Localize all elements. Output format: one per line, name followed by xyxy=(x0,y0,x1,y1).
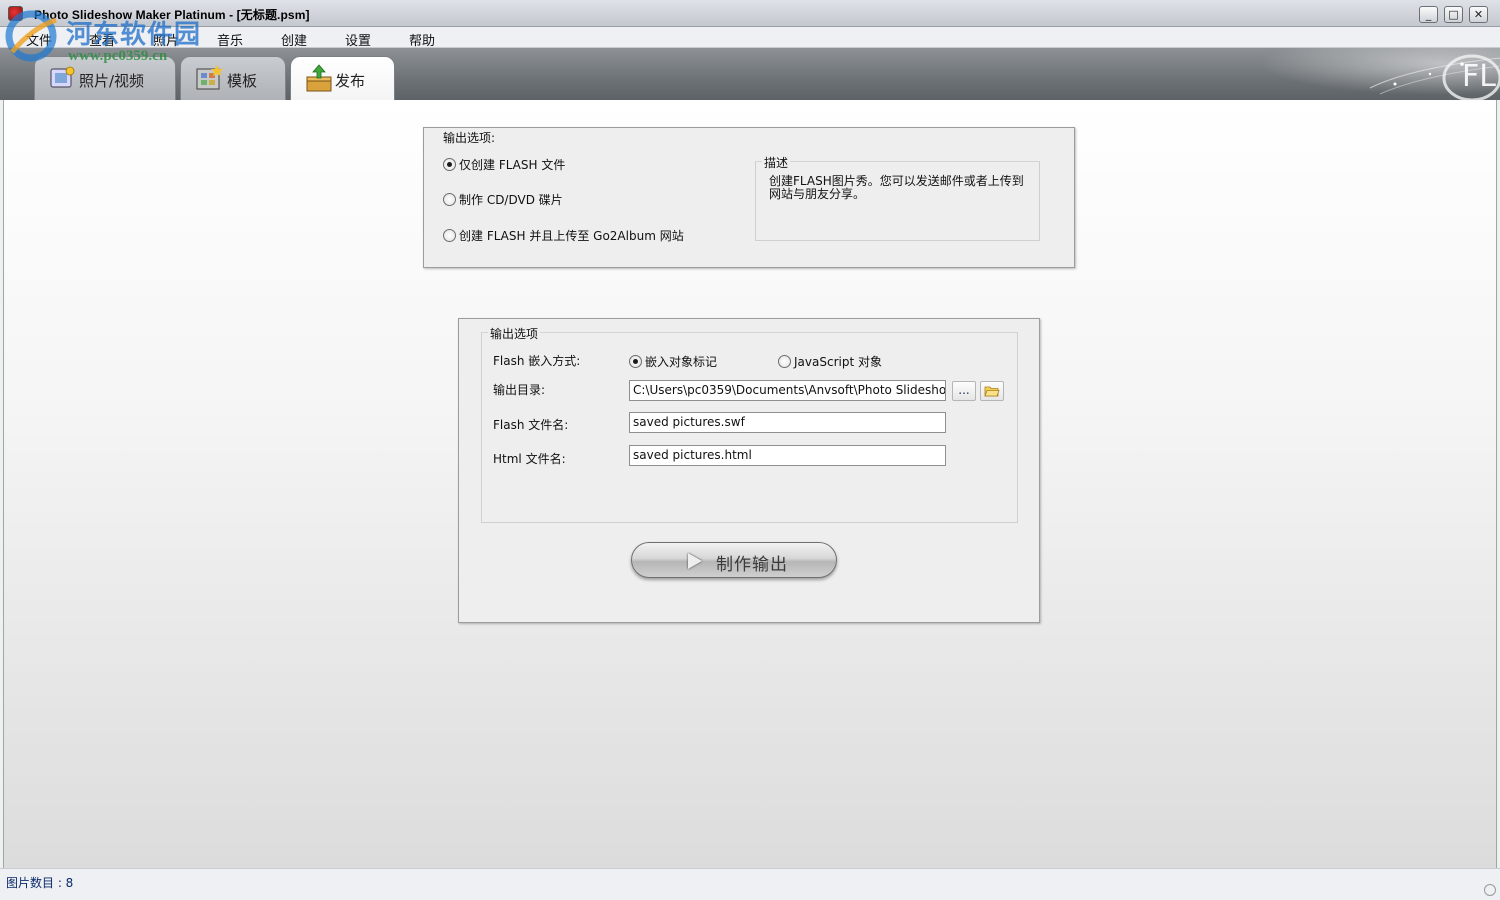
tab-publish[interactable]: 发布 xyxy=(290,56,395,100)
make-output-label: 制作输出 xyxy=(716,555,788,575)
option-label: 创建 FLASH 并且上传至 Go2Album 网站 xyxy=(459,229,684,243)
radio-cd-dvd[interactable] xyxy=(443,193,456,206)
output-dir-field[interactable]: C:\Users\pc0359\Documents\Anvsoft\Photo … xyxy=(629,380,946,401)
folder-icon xyxy=(984,386,1000,397)
tab-strip: FL 照片/视频 模板 发布 xyxy=(0,48,1500,100)
option-label: 嵌入对象标记 xyxy=(645,355,718,369)
option-label: 制作 CD/DVD 碟片 xyxy=(459,193,563,207)
publish-icon xyxy=(306,64,332,92)
watermark-logo-icon xyxy=(5,10,57,62)
status-bar: 图片数目 : 8 xyxy=(0,868,1500,900)
title-bar: Photo Slideshow Maker Platinum - [无标题.ps… xyxy=(0,0,1500,27)
menu-help[interactable]: 帮助 xyxy=(409,30,435,49)
menu-create[interactable]: 创建 xyxy=(281,30,307,49)
tab-label: 发布 xyxy=(335,72,366,90)
radio-embed-object[interactable] xyxy=(629,355,642,368)
window-controls: _ □ ✕ xyxy=(1419,6,1488,23)
radio-flash-upload[interactable] xyxy=(443,229,456,242)
play-icon xyxy=(688,553,702,569)
option-flash-only[interactable]: 仅创建 FLASH 文件 xyxy=(443,156,565,173)
tab-label: 模板 xyxy=(227,72,258,90)
description-title: 描述 xyxy=(762,154,791,171)
close-button[interactable]: ✕ xyxy=(1469,6,1488,23)
description-text: 创建FLASH图片秀。您可以发送邮件或者上传到网站与朋友分享。 xyxy=(769,174,1024,201)
flash-filename-label: Flash 文件名: xyxy=(493,418,569,432)
output-options-panel: 输出选项: 仅创建 FLASH 文件 制作 CD/DVD 碟片 创建 FLASH… xyxy=(423,127,1075,268)
embed-mode-label: Flash 嵌入方式: xyxy=(493,354,581,368)
output-settings-group: 输出选项 Flash 嵌入方式: 嵌入对象标记 JavaScript 对象 输出… xyxy=(481,325,1018,523)
brand-text: FL xyxy=(1462,59,1496,94)
option-flash-upload[interactable]: 创建 FLASH 并且上传至 Go2Album 网站 xyxy=(443,227,684,244)
output-settings-title: 输出选项 xyxy=(488,325,541,342)
radio-flash-only[interactable] xyxy=(443,158,456,171)
main-content: 输出选项: 仅创建 FLASH 文件 制作 CD/DVD 碟片 创建 FLASH… xyxy=(3,100,1497,868)
tab-label: 照片/视频 xyxy=(79,72,145,90)
make-output-button[interactable]: 制作输出 xyxy=(631,542,837,578)
option-cd-dvd[interactable]: 制作 CD/DVD 碟片 xyxy=(443,191,563,208)
option-label: JavaScript 对象 xyxy=(794,355,882,369)
photo-video-icon xyxy=(50,66,75,88)
template-icon xyxy=(196,65,223,90)
menu-music[interactable]: 音乐 xyxy=(217,30,243,49)
embed-javascript-option[interactable]: JavaScript 对象 xyxy=(778,353,882,370)
output-options-title: 输出选项: xyxy=(443,131,496,145)
html-filename-field[interactable]: saved pictures.html xyxy=(629,445,946,466)
watermark-url: www.pc0359.cn xyxy=(68,48,168,64)
watermark-name: 河东软件园 xyxy=(66,20,202,50)
brand-decoration: FL xyxy=(1200,48,1500,100)
flash-filename-field[interactable]: saved pictures.swf xyxy=(629,412,946,433)
photo-count: 图片数目 : 8 xyxy=(6,876,74,890)
tab-template[interactable]: 模板 xyxy=(180,56,286,100)
resize-grip-icon[interactable] xyxy=(1484,884,1496,896)
option-label: 仅创建 FLASH 文件 xyxy=(459,158,566,172)
maximize-button[interactable]: □ xyxy=(1444,6,1463,23)
browse-dots-button[interactable]: ... xyxy=(952,381,976,401)
radio-embed-javascript[interactable] xyxy=(778,355,791,368)
open-folder-button[interactable] xyxy=(980,381,1004,401)
menu-settings[interactable]: 设置 xyxy=(345,30,371,49)
minimize-button[interactable]: _ xyxy=(1419,6,1438,23)
description-box: 描述 创建FLASH图片秀。您可以发送邮件或者上传到网站与朋友分享。 xyxy=(755,154,1040,241)
html-filename-label: Html 文件名: xyxy=(493,452,566,466)
output-dir-label: 输出目录: xyxy=(493,383,546,397)
menu-bar: 文件 查看 照片 音乐 创建 设置 帮助 xyxy=(0,27,1500,49)
embed-object-tag-option[interactable]: 嵌入对象标记 xyxy=(629,353,717,370)
